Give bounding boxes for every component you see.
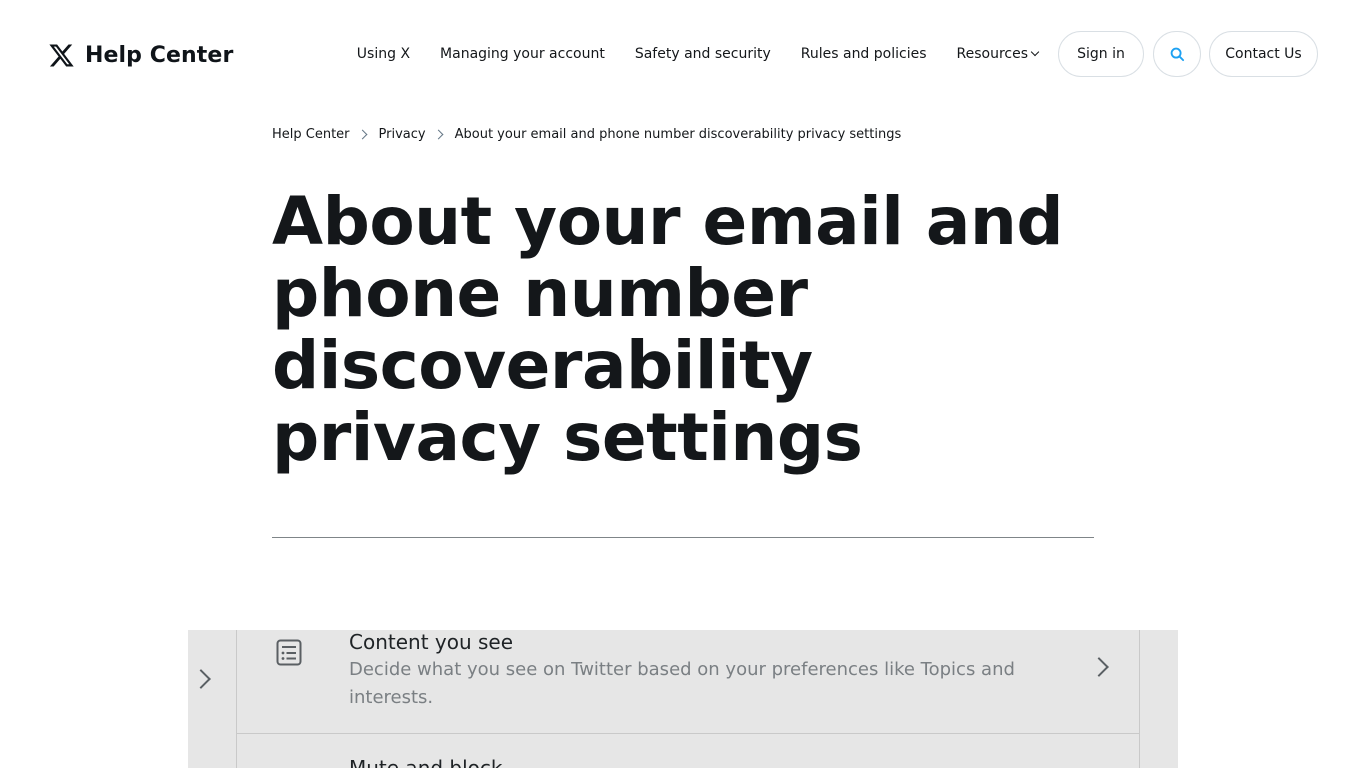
chevron-right-icon: [433, 129, 444, 140]
nav-safety-security[interactable]: Safety and security: [635, 46, 771, 62]
search-icon: [1170, 47, 1184, 61]
chevron-right-icon: [357, 129, 367, 140]
title-divider: [272, 537, 1094, 538]
search-button[interactable]: [1153, 31, 1201, 77]
settings-screenshot-image: Content you see Decide what you see on T…: [188, 630, 1178, 768]
brand-title: Help Center: [85, 42, 234, 68]
nav-using-x[interactable]: Using X: [357, 46, 410, 62]
brand-home-link[interactable]: Help Center: [48, 38, 233, 72]
chevron-down-icon: [1030, 47, 1040, 57]
nav-resources-label: Resources: [956, 46, 1029, 62]
nav-rules-policies[interactable]: Rules and policies: [801, 46, 927, 62]
screenshot-next-row-title: Mute and block: [349, 756, 503, 768]
breadcrumb-current: About your email and phone number discov…: [454, 127, 902, 142]
screenshot-row-divider: [236, 733, 1139, 734]
sign-in-button[interactable]: Sign in: [1058, 31, 1144, 77]
nav-resources-dropdown[interactable]: Resources: [956, 46, 1040, 62]
nav-managing-account[interactable]: Managing your account: [440, 46, 605, 62]
screenshot-row-description: Decide what you see on Twitter based on …: [349, 659, 1015, 708]
breadcrumb-privacy[interactable]: Privacy: [379, 127, 426, 142]
chevron-right-icon: [191, 669, 211, 689]
contact-us-button[interactable]: Contact Us: [1209, 31, 1318, 77]
page-title: About your email and phone number discov…: [272, 183, 1064, 476]
x-logo-icon: [49, 44, 74, 66]
top-navigation: Using X Managing your account Safety and…: [357, 31, 1318, 77]
breadcrumb-help-center[interactable]: Help Center: [272, 127, 350, 142]
screenshot-row-title: Content you see: [349, 630, 514, 654]
screenshot-border-left: [236, 630, 237, 768]
screenshot-border-right: [1139, 630, 1140, 768]
content-list-icon: [276, 639, 302, 666]
chevron-right-icon: [1089, 657, 1109, 677]
breadcrumb: Help Center Privacy About your email and…: [272, 127, 901, 142]
